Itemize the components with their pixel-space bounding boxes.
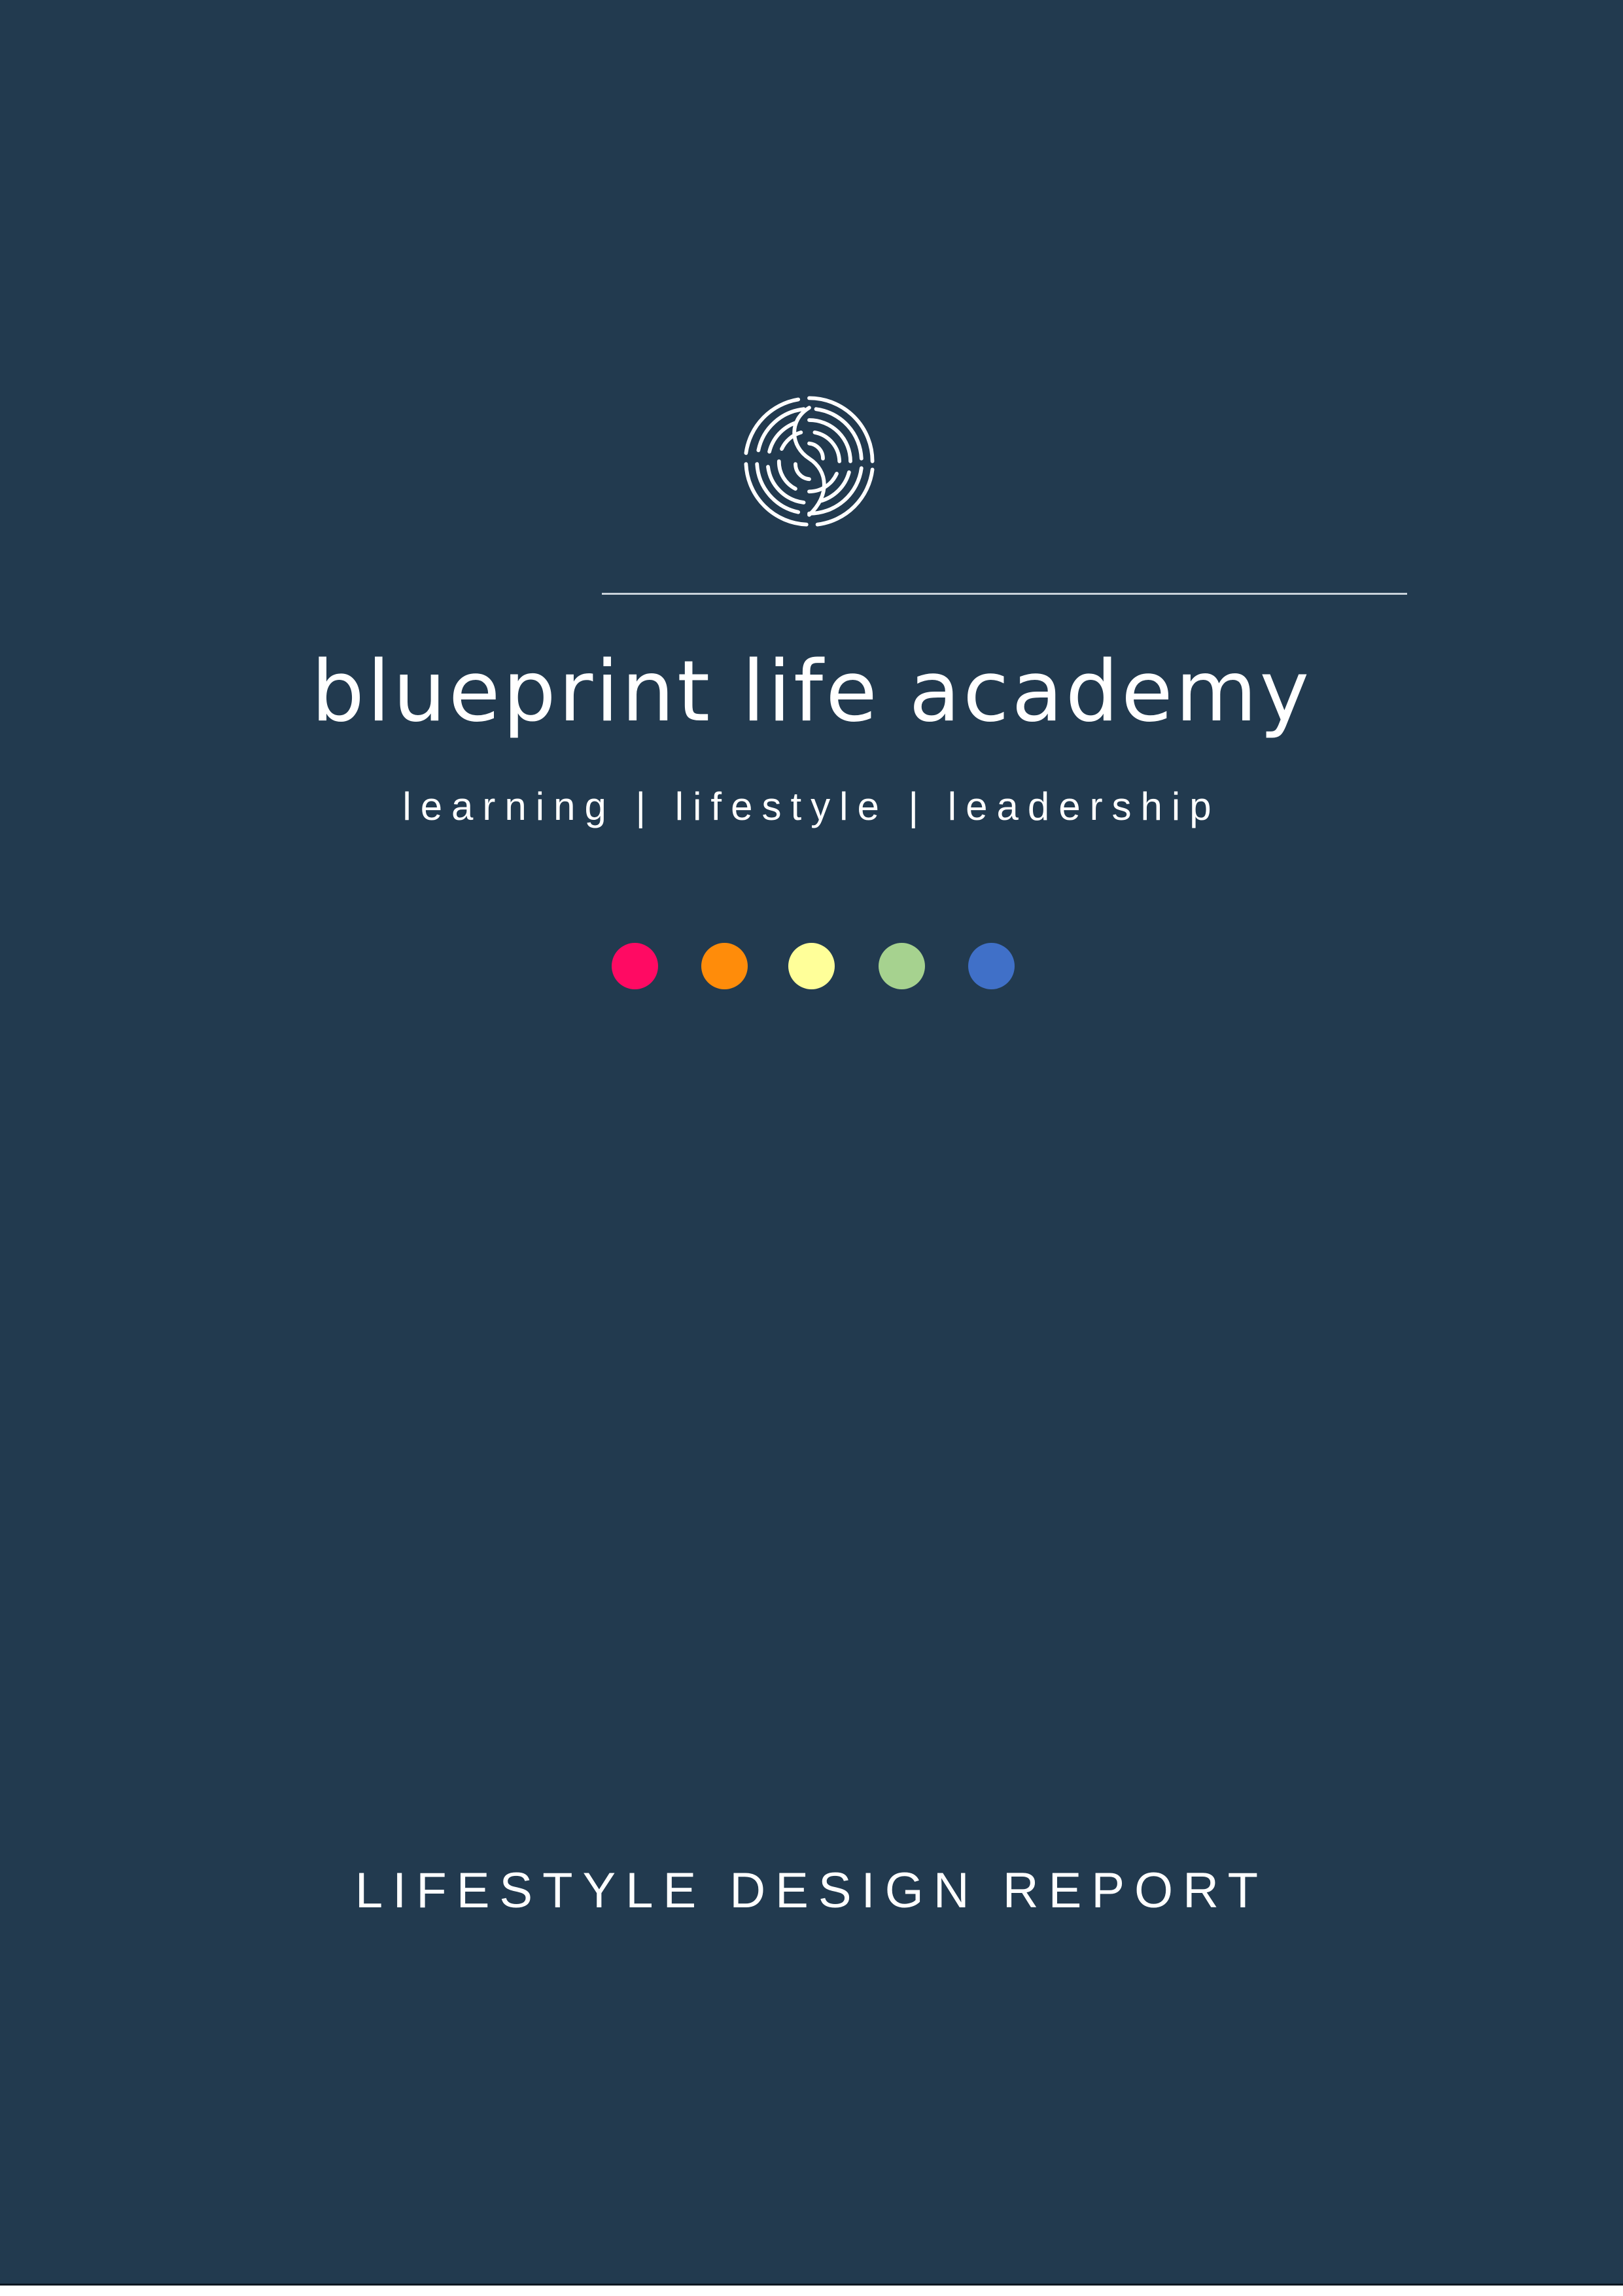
blue-dot-icon	[968, 943, 1015, 989]
report-title: LIFESTYLE DESIGN REPORT	[355, 1863, 1268, 1918]
brand-name: blueprint life academy	[311, 643, 1312, 741]
yellow-dot-icon	[788, 943, 835, 989]
divider-line	[602, 593, 1407, 595]
green-dot-icon	[879, 943, 925, 989]
page-bottom-edge	[0, 2284, 1623, 2296]
color-dots	[612, 943, 1017, 990]
brand-tagline: learning | lifestyle | leadership	[402, 785, 1221, 828]
orange-dot-icon	[701, 943, 748, 989]
fingerprint-logo-icon	[741, 393, 878, 530]
pink-dot-icon	[612, 943, 658, 989]
cover-page: blueprint life academy learning | lifest…	[0, 0, 1623, 2284]
